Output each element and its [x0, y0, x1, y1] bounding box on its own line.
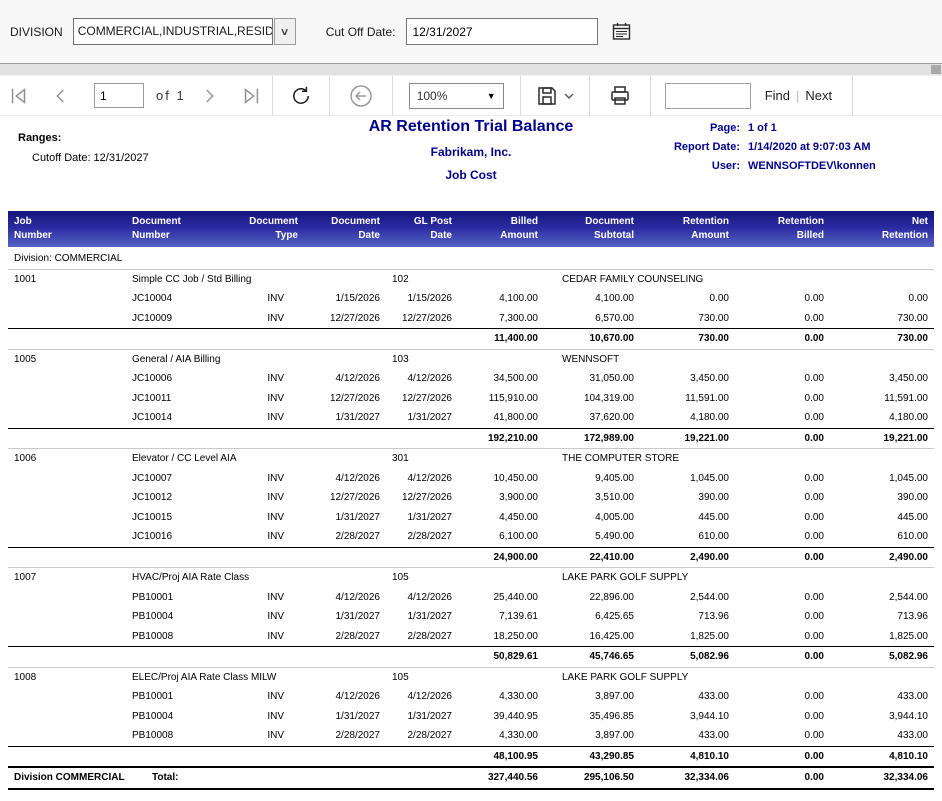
division-row: Division: COMMERCIAL: [8, 247, 934, 269]
page-count-label: of 1: [156, 88, 186, 103]
table-row: JC10006INV4/12/20264/12/202634,500.0031,…: [8, 369, 934, 389]
table-row: PB10008INV2/28/20272/28/20274,330.003,89…: [8, 726, 934, 746]
subtotal-row: 192,210.00172,989.0019,221.000.0019,221.…: [8, 428, 934, 449]
table-row: PB10008INV2/28/20272/28/202718,250.0016,…: [8, 627, 934, 647]
column-header: DocumentType: [232, 211, 304, 247]
table-row: JC10014INV1/31/20271/31/202741,800.0037,…: [8, 408, 934, 428]
retention-table: JobNumberDocumentNumberDocumentTypeDocum…: [8, 211, 934, 790]
column-header: RetentionAmount: [640, 211, 735, 247]
table-row: JC10012INV12/27/202612/27/20263,900.003,…: [8, 488, 934, 508]
table-row: JC10015INV1/31/20271/31/20274,450.004,00…: [8, 508, 934, 528]
column-header: GL PostDate: [386, 211, 458, 247]
save-chevron-icon: [563, 90, 575, 102]
table-row: PB10004INV1/31/20271/31/20277,139.616,42…: [8, 607, 934, 627]
calendar-icon: [612, 22, 631, 41]
job-header-row: 1006Elevator / CC Level AIA301THE COMPUT…: [8, 449, 934, 469]
job-header-row: 1001Simple CC Job / Std Billing102CEDAR …: [8, 269, 934, 289]
cutoff-date-input[interactable]: [406, 18, 598, 45]
division-label: DIVISION: [10, 25, 63, 39]
page-number-input[interactable]: [94, 83, 144, 108]
report-date-label: Report Date:: [648, 141, 740, 153]
column-header: NetRetention: [830, 211, 934, 247]
table-row: JC10016INV2/28/20272/28/20276,100.005,49…: [8, 527, 934, 547]
zoom-select[interactable]: 100% ▼: [409, 83, 504, 109]
user-label: User:: [648, 160, 740, 172]
report-viewer-window: DIVISION COMMERCIAL,INDUSTRIAL,RESID ˅ C…: [0, 0, 942, 790]
table-row: JC10004INV1/15/20261/15/20264,100.004,10…: [8, 289, 934, 309]
find-next-divider: |: [796, 88, 799, 103]
printer-icon: [608, 84, 632, 108]
report-page: Ranges: Cutoff Date: 12/31/2027 AR Reten…: [0, 116, 942, 790]
job-header-row: 1007HVAC/Proj AIA Rate Class105LAKE PARK…: [8, 568, 934, 588]
find-button[interactable]: Find: [765, 88, 790, 103]
table-row: JC10009INV12/27/202612/27/20267,300.006,…: [8, 309, 934, 329]
find-input[interactable]: [665, 83, 751, 109]
print-button[interactable]: [608, 84, 632, 108]
first-page-button[interactable]: [8, 85, 30, 107]
column-header: RetentionBilled: [735, 211, 830, 247]
calendar-button[interactable]: [612, 22, 631, 41]
total-division-label: Division COMMERCIAL: [14, 772, 152, 784]
save-icon: [535, 84, 559, 108]
table-row: JC10007INV4/12/20264/12/202610,450.009,4…: [8, 469, 934, 489]
next-page-button[interactable]: [200, 87, 218, 105]
column-header: BilledAmount: [458, 211, 544, 247]
table-row: PB10001INV4/12/20264/12/20264,330.003,89…: [8, 687, 934, 707]
division-dropdown[interactable]: COMMERCIAL,INDUSTRIAL,RESID ˅: [73, 18, 296, 45]
job-header-row: 1008ELEC/Proj AIA Rate Class MILW105LAKE…: [8, 667, 934, 687]
subtotal-row: 11,400.0010,670.00730.000.00730.00: [8, 329, 934, 350]
column-header: DocumentNumber: [126, 211, 232, 247]
table-row: PB10001INV4/12/20264/12/202625,440.0022,…: [8, 588, 934, 608]
report-date-value: 1/14/2020 at 9:07:03 AM: [748, 141, 876, 153]
next-button[interactable]: Next: [805, 88, 832, 103]
report-toolbar: of 1: [0, 76, 942, 116]
toolbar-separator: [852, 76, 853, 116]
division-dropdown-value[interactable]: COMMERCIAL,INDUSTRIAL,RESID: [73, 18, 273, 45]
subtotal-row: 50,829.6145,746.655,082.960.005,082.96: [8, 647, 934, 668]
zoom-value: 100%: [417, 89, 448, 103]
last-page-button[interactable]: [240, 85, 262, 107]
chevron-down-icon[interactable]: ˅: [274, 18, 296, 45]
previous-page-icon: [52, 87, 70, 105]
job-header-row: 1005General / AIA Billing103WENNSOFT: [8, 349, 934, 369]
export-save-button[interactable]: [535, 84, 575, 108]
total-row: Division COMMERCIALTotal:327,440.56295,1…: [8, 767, 934, 789]
refresh-icon: [289, 84, 313, 108]
page-value: 1 of 1: [748, 122, 876, 134]
previous-page-button[interactable]: [52, 87, 70, 105]
table-row: JC10011INV12/27/202612/27/2026115,910.00…: [8, 389, 934, 409]
back-arrow-icon: [348, 83, 374, 109]
subtotal-row: 24,900.0022,410.002,490.000.002,490.00: [8, 547, 934, 568]
page-label: Page:: [648, 122, 740, 134]
chevron-down-icon: ▼: [487, 91, 496, 101]
report-header: Ranges: Cutoff Date: 12/31/2027 AR Reten…: [0, 116, 942, 211]
parameter-pane: DIVISION COMMERCIAL,INDUSTRIAL,RESID ˅ C…: [0, 0, 942, 64]
refresh-button[interactable]: [289, 84, 313, 108]
table-header-row: JobNumberDocumentNumberDocumentTypeDocum…: [8, 211, 934, 247]
column-header: DocumentSubtotal: [544, 211, 640, 247]
last-page-icon: [240, 85, 262, 107]
column-header: DocumentDate: [304, 211, 386, 247]
table-row: PB10004INV1/31/20271/31/202739,440.9535,…: [8, 707, 934, 727]
report-meta: Page: 1 of 1 Report Date: 1/14/2020 at 9…: [648, 122, 876, 172]
cutoff-date-label: Cut Off Date:: [326, 25, 396, 39]
total-label: Total:: [152, 772, 178, 783]
next-page-icon: [200, 87, 218, 105]
scrollbar-thumb[interactable]: [931, 65, 941, 74]
parameter-pane-scrollbar[interactable]: [0, 64, 942, 76]
column-header: JobNumber: [8, 211, 126, 247]
subtotal-row: 48,100.9543,290.854,810.100.004,810.10: [8, 746, 934, 767]
back-button[interactable]: [348, 83, 374, 109]
user-value: WENNSOFTDEV\konnen: [748, 160, 876, 172]
first-page-icon: [8, 85, 30, 107]
